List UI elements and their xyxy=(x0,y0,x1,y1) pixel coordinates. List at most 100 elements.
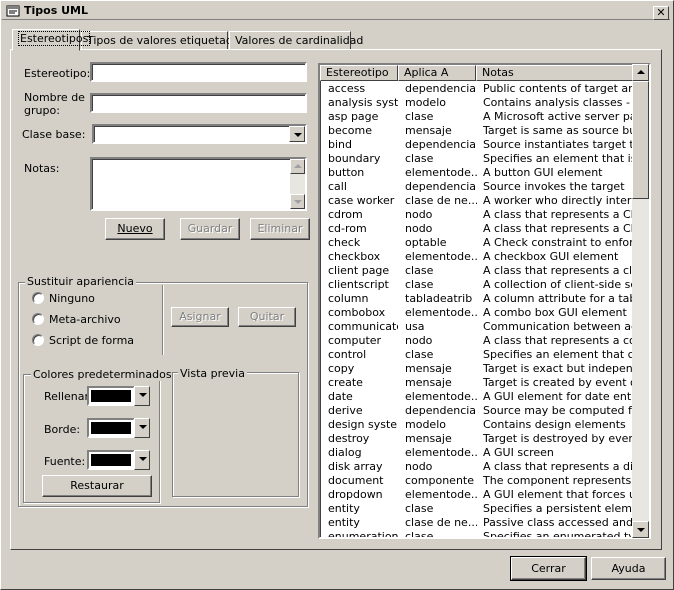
list-item[interactable]: communicate usa Communication between act.… xyxy=(321,320,635,334)
border-color-picker[interactable] xyxy=(87,418,135,438)
fill-color-picker[interactable] xyxy=(87,386,135,406)
scroll-up-button[interactable] xyxy=(632,64,649,81)
cell-notes: A GUI element for date entry xyxy=(483,390,633,403)
stereotype-input[interactable] xyxy=(90,62,307,82)
tab-tagged-value-types[interactable]: Tipos de valores etiquetados xyxy=(81,31,245,50)
list-item[interactable]: dialog elementode... A GUI screen xyxy=(321,446,635,460)
close-icon: ✕ xyxy=(656,6,666,19)
notes-textarea[interactable] xyxy=(90,157,307,211)
list-item[interactable]: boundary clase Specifies an element that i… xyxy=(321,152,635,166)
radio-script-de-forma-label: Script de forma xyxy=(49,334,135,347)
cell-applies-to: clase de ne... xyxy=(405,516,477,529)
cell-notes: A class that represents a CD... xyxy=(483,222,633,235)
group-name-input[interactable] xyxy=(90,93,307,113)
list-item[interactable]: date elementode... A GUI element for date … xyxy=(321,390,635,404)
arrow-up-icon xyxy=(637,70,645,74)
cell-notes: A class that represents a clie... xyxy=(483,264,633,277)
border-chevron-down-icon[interactable] xyxy=(134,418,150,438)
list-item[interactable]: client page clase A class that represents … xyxy=(321,264,635,278)
cell-notes: Source may be computed fro... xyxy=(483,404,633,417)
cell-applies-to: elementode... xyxy=(405,446,477,459)
save-button[interactable]: Guardar xyxy=(180,218,240,240)
base-class-select[interactable] xyxy=(92,124,307,144)
list-item[interactable]: analysis syst... modelo Contains analysis … xyxy=(321,96,635,110)
list-item[interactable]: call dependencia Source invokes the target xyxy=(321,180,635,194)
cell-stereotype: clientscript xyxy=(328,278,389,291)
list-item[interactable]: computer nodo A class that represents a co… xyxy=(321,334,635,348)
cell-applies-to: nodo xyxy=(405,222,433,235)
list-item[interactable]: asp page clase A Microsoft active server p… xyxy=(321,110,635,124)
notes-label: Notas: xyxy=(24,162,60,175)
border-label: Borde: xyxy=(44,423,81,436)
list-item[interactable]: check optable A Check constraint to enforc… xyxy=(321,236,635,250)
cell-stereotype: create xyxy=(328,376,363,389)
fill-chevron-down-icon[interactable] xyxy=(134,386,150,406)
tab-estereotipos[interactable]: Estereotipos xyxy=(12,29,91,51)
cell-applies-to: dependencia xyxy=(405,138,477,151)
list-item[interactable]: design system modelo Contains design eleme… xyxy=(321,418,635,432)
delete-button[interactable]: Eliminar xyxy=(250,218,310,240)
radio-script-de-forma[interactable] xyxy=(32,334,44,346)
list-item[interactable]: bind dependencia Source instantiates targe… xyxy=(321,138,635,152)
tab-cardinality-values[interactable]: Valores de cardinalidad xyxy=(229,31,363,50)
cell-notes: Passive class accessed and... xyxy=(483,516,633,529)
restore-button[interactable]: Restaurar xyxy=(42,475,152,497)
close-button[interactable]: Cerrar xyxy=(510,556,587,581)
cell-notes: Specifies an element that is ... xyxy=(483,152,633,165)
cell-notes: Target is created by event or... xyxy=(483,376,633,389)
list-item[interactable]: dropdown elementode... A GUI element that … xyxy=(321,488,635,502)
list-item[interactable]: disk array nodo A class that represents a … xyxy=(321,460,635,474)
list-item[interactable]: copy mensaje Target is exact but independ.… xyxy=(321,362,635,376)
list-item[interactable]: enumeration clase Specifies an enumerated … xyxy=(321,530,635,537)
column-header-notas[interactable]: Notas xyxy=(476,65,634,81)
scroll-thumb[interactable] xyxy=(632,81,649,199)
cell-stereotype: bind xyxy=(328,138,352,151)
radio-ninguno[interactable] xyxy=(32,292,44,304)
list-item[interactable]: access dependencia Public contents of targ… xyxy=(321,82,635,96)
list-item[interactable]: cdrom nodo A class that represents a CD... xyxy=(321,208,635,222)
list-item[interactable]: combobox elementode... A combo box GUI ele… xyxy=(321,306,635,320)
list-item[interactable]: destroy mensaje Target is destroyed by eve… xyxy=(321,432,635,446)
cell-applies-to: nodo xyxy=(405,460,433,473)
list-item[interactable]: control clase Specifies an element that co… xyxy=(321,348,635,362)
cell-stereotype: design system xyxy=(328,418,398,431)
assign-button[interactable]: Asignar xyxy=(171,307,229,327)
column-header-aplica-a[interactable]: Aplica A xyxy=(398,65,476,81)
list-item[interactable]: document componente The component represen… xyxy=(321,474,635,488)
list-item[interactable]: create mensaje Target is created by event … xyxy=(321,376,635,390)
font-color-picker[interactable] xyxy=(87,450,135,470)
list-item[interactable]: become mensaje Target is same as source bu… xyxy=(321,124,635,138)
list-scrollbar[interactable] xyxy=(632,64,649,538)
help-button[interactable]: Ayuda xyxy=(591,557,666,580)
column-header-estereotipo[interactable]: Estereotipo xyxy=(320,65,398,81)
list-item[interactable]: clientscript clase A collection of client-… xyxy=(321,278,635,292)
scroll-up-button[interactable] xyxy=(290,159,305,174)
remove-button[interactable]: Quitar xyxy=(238,307,296,327)
list-item[interactable]: derive dependencia Source may be computed … xyxy=(321,404,635,418)
list-item[interactable]: column tabladeatrib A column attribute for… xyxy=(321,292,635,306)
radio-meta-archivo[interactable] xyxy=(32,313,44,325)
cell-stereotype: check xyxy=(328,236,361,249)
cell-applies-to: clase xyxy=(405,264,434,277)
stereotype-list[interactable]: Estereotipo Aplica A Notas access depende… xyxy=(318,63,651,539)
arrow-down-icon xyxy=(294,200,302,204)
font-chevron-down-icon[interactable] xyxy=(134,450,150,470)
chevron-down-icon[interactable] xyxy=(289,126,305,142)
cell-notes: A collection of client-side scri... xyxy=(483,278,633,291)
close-window-button[interactable]: ✕ xyxy=(653,6,669,20)
tab-label: Tipos de valores etiquetados xyxy=(87,34,246,47)
list-item[interactable]: entity clase Specifies a persistent eleme.… xyxy=(321,502,635,516)
list-item[interactable]: cd-rom nodo A class that represents a CD..… xyxy=(321,222,635,236)
notes-scrollbar[interactable] xyxy=(290,159,305,209)
scroll-down-button[interactable] xyxy=(290,194,305,209)
list-rows: access dependencia Public contents of targ… xyxy=(321,82,635,537)
cell-notes: Public contents of target are ... xyxy=(483,82,633,95)
list-item[interactable]: checkbox elementode... A checkbox GUI elem… xyxy=(321,250,635,264)
fill-label: Rellenar: xyxy=(44,390,93,403)
list-item[interactable]: button elementode... A button GUI element xyxy=(321,166,635,180)
list-item[interactable]: case worker clase de ne... A worker who di… xyxy=(321,194,635,208)
list-item[interactable]: entity clase de ne... Passive class access… xyxy=(321,516,635,530)
scroll-down-button[interactable] xyxy=(632,521,649,538)
cell-applies-to: clase xyxy=(405,152,434,165)
new-button[interactable]: Nuevo xyxy=(105,218,165,240)
